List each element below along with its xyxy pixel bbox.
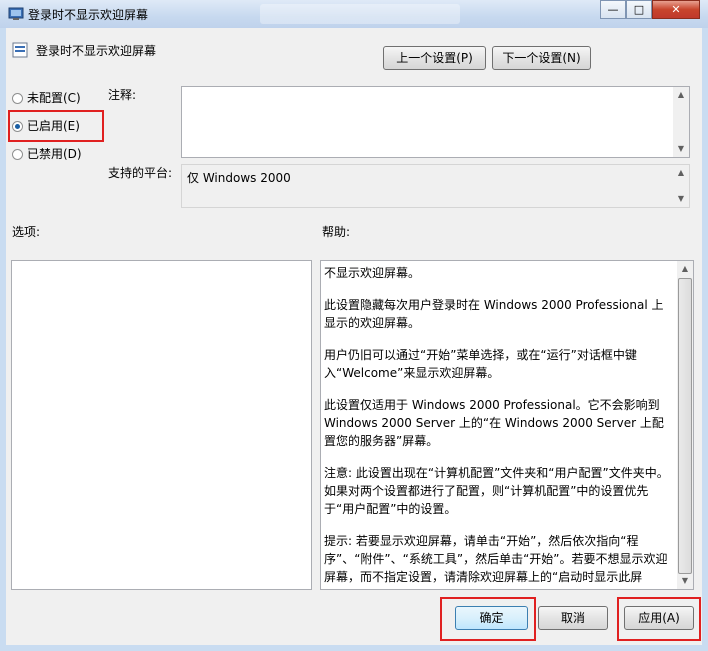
radio-indicator — [12, 93, 23, 104]
help-scrollbar[interactable]: ▲ ▼ — [677, 261, 693, 589]
ok-button[interactable]: 确定 — [455, 606, 528, 630]
scroll-down-icon[interactable]: ▼ — [673, 141, 689, 157]
policy-name: 登录时不显示欢迎屏幕 — [36, 44, 157, 58]
setting-icon — [12, 42, 28, 58]
platform-value: 仅 Windows 2000 — [187, 171, 291, 185]
radio-not-configured[interactable]: 未配置(C) — [12, 89, 81, 107]
policy-icon — [8, 7, 24, 20]
radio-enabled[interactable]: 已启用(E) — [12, 117, 80, 135]
background-window-ghost — [260, 4, 460, 24]
next-setting-button[interactable]: 下一个设置(N) — [492, 46, 591, 70]
scroll-thumb[interactable] — [678, 278, 692, 574]
help-pane[interactable]: 不显示欢迎屏幕。 此设置隐藏每次用户登录时在 Windows 2000 Prof… — [320, 260, 694, 590]
radio-indicator — [12, 149, 23, 160]
dialog-client-area: 登录时不显示欢迎屏幕 上一个设置(P) 下一个设置(N) 未配置(C) 已启用(… — [6, 28, 702, 645]
options-pane[interactable] — [11, 260, 312, 590]
window-title: 登录时不显示欢迎屏幕 — [28, 8, 149, 22]
platform-label: 支持的平台: — [108, 166, 173, 180]
close-button[interactable]: ✕ — [652, 0, 700, 19]
options-label: 选项: — [12, 225, 41, 239]
cancel-button[interactable]: 取消 — [538, 606, 608, 630]
maximize-button[interactable]: □ — [626, 0, 652, 19]
comment-textarea[interactable]: ▲ ▼ — [181, 86, 690, 158]
radio-indicator — [12, 121, 23, 132]
help-paragraph: 提示: 若要显示欢迎屏幕，请单击“开始”，然后依次指向“程序”、“附件”、“系统… — [324, 534, 668, 584]
previous-setting-button[interactable]: 上一个设置(P) — [383, 46, 486, 70]
platform-field: 仅 Windows 2000 ▲ ▼ — [181, 164, 690, 208]
help-paragraph: 此设置仅适用于 Windows 2000 Professional。它不会影响到… — [324, 398, 664, 448]
comment-label: 注释: — [108, 88, 137, 102]
radio-disabled[interactable]: 已禁用(D) — [12, 145, 82, 163]
help-paragraph: 注意: 此设置出现在“计算机配置”文件夹和“用户配置”文件夹中。如果对两个设置都… — [324, 466, 669, 516]
apply-button[interactable]: 应用(A) — [624, 606, 694, 630]
scroll-down-icon[interactable]: ▼ — [677, 573, 693, 589]
scroll-down-icon[interactable]: ▼ — [673, 191, 689, 207]
help-text: 不显示欢迎屏幕。 此设置隐藏每次用户登录时在 Windows 2000 Prof… — [324, 264, 673, 586]
scroll-up-icon[interactable]: ▲ — [673, 87, 689, 103]
help-label: 帮助: — [322, 225, 351, 239]
comment-scrollbar[interactable]: ▲ ▼ — [673, 87, 689, 157]
scroll-up-icon[interactable]: ▲ — [677, 261, 693, 277]
scroll-up-icon[interactable]: ▲ — [673, 165, 689, 181]
title-bar[interactable]: 登录时不显示欢迎屏幕 — □ ✕ — [0, 0, 708, 28]
help-paragraph: 不显示欢迎屏幕。 — [324, 266, 421, 280]
help-paragraph: 此设置隐藏每次用户登录时在 Windows 2000 Professional … — [324, 298, 664, 330]
minimize-button[interactable]: — — [600, 0, 626, 19]
platform-scrollbar[interactable]: ▲ ▼ — [673, 165, 689, 207]
help-paragraph: 用户仍旧可以通过“开始”菜单选择，或在“运行”对话框中键入“Welcome”来显… — [324, 348, 637, 380]
